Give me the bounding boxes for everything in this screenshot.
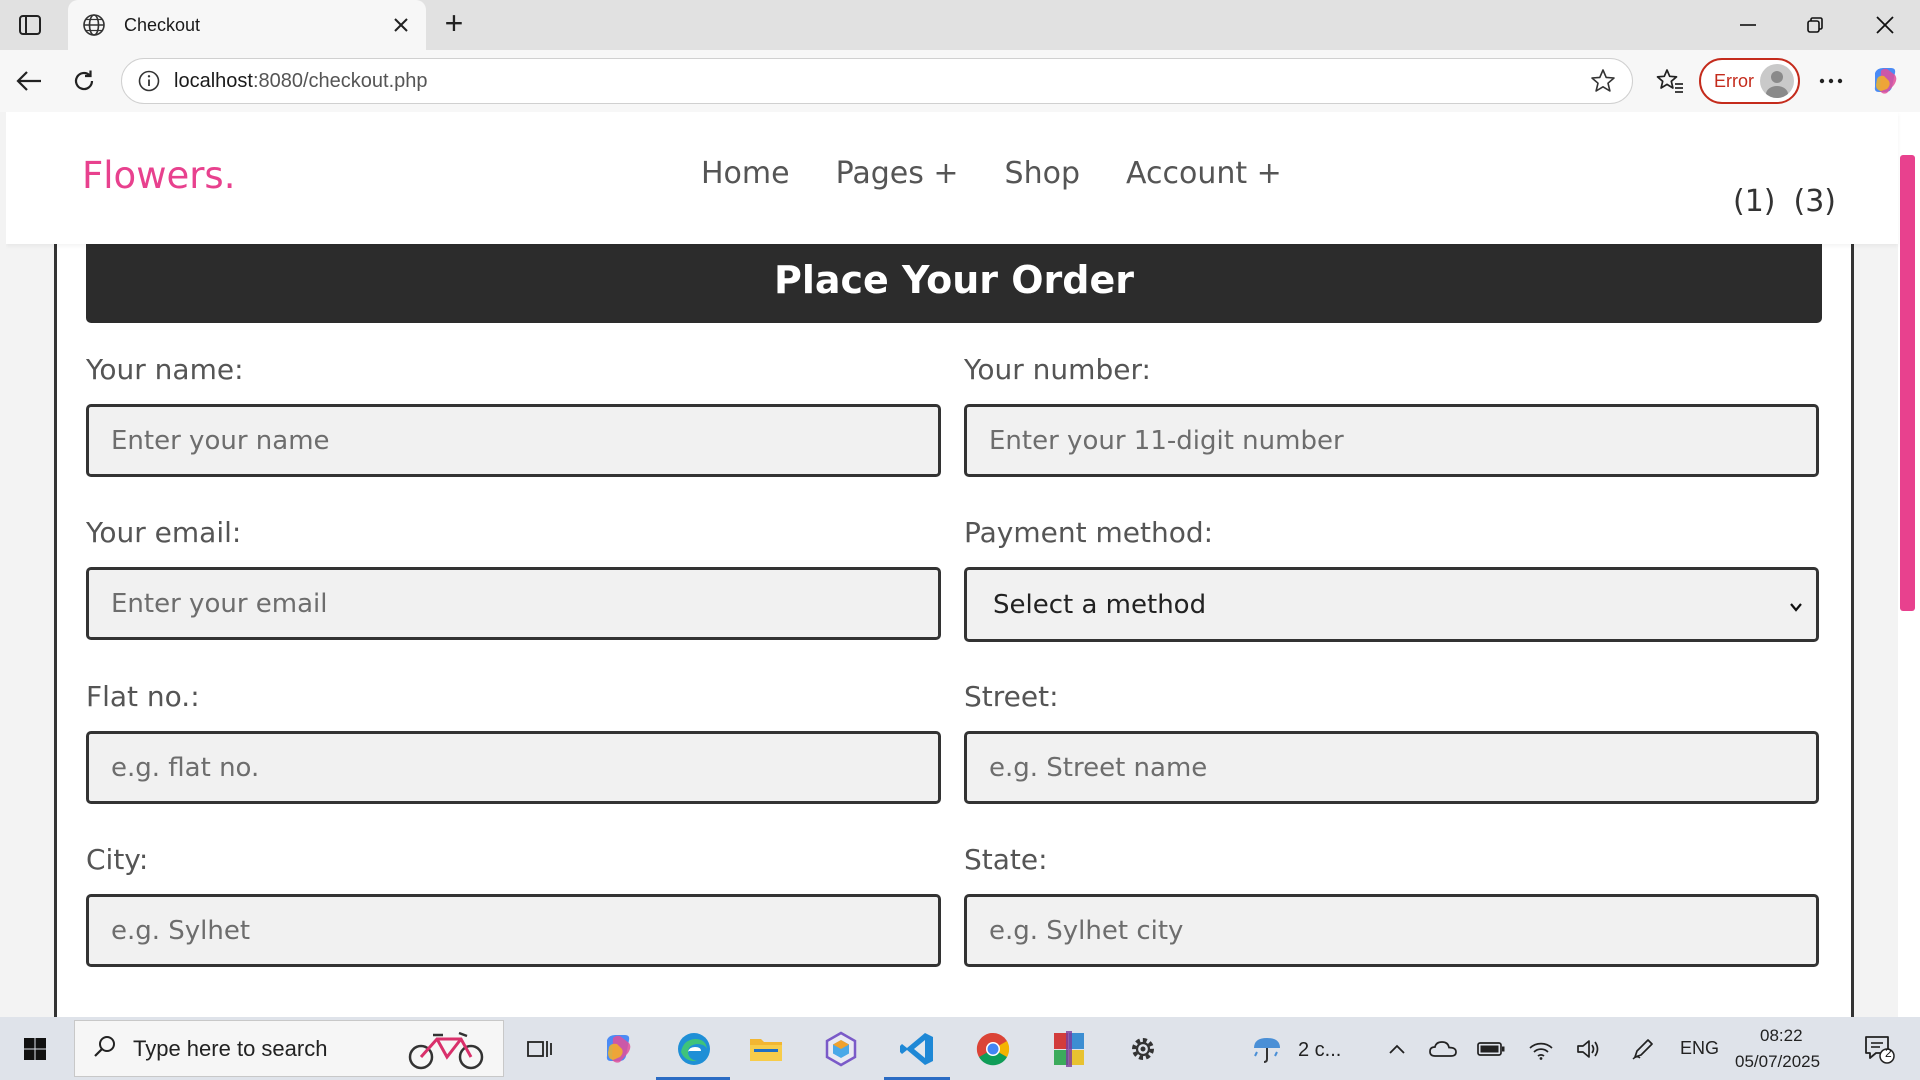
profile-error-button[interactable]: Error	[1699, 58, 1800, 104]
chrome-icon[interactable]	[962, 1017, 1024, 1080]
clock-date[interactable]: 05/07/2025	[1735, 1052, 1820, 1072]
street-input[interactable]	[964, 731, 1819, 804]
name-input[interactable]	[86, 404, 941, 477]
payment-method-select[interactable]: Select a method	[964, 567, 1819, 642]
vscode-icon[interactable]	[886, 1017, 948, 1080]
weather-rain-icon[interactable]	[1250, 1017, 1284, 1080]
notification-count: 2	[1885, 1046, 1892, 1060]
close-window-icon[interactable]	[1852, 0, 1918, 50]
tab-title: Checkout	[124, 14, 201, 35]
email-label: Your email:	[86, 516, 242, 549]
payment-method-label: Payment method:	[964, 516, 1214, 549]
taskbar-search-box[interactable]: Type here to search	[74, 1020, 504, 1077]
restore-icon[interactable]	[1782, 0, 1848, 50]
globe-icon	[82, 13, 106, 37]
nav-pages[interactable]: Pages +	[836, 156, 959, 191]
payment-method-value: Select a method	[993, 589, 1207, 620]
site-info-icon[interactable]	[138, 70, 160, 92]
clock-time[interactable]: 08:22	[1760, 1026, 1803, 1046]
search-placeholder: Type here to search	[133, 1035, 328, 1061]
more-options-icon[interactable]	[1814, 64, 1848, 98]
back-arrow-icon[interactable]	[12, 64, 46, 98]
header-counters: (1) (3)	[1733, 184, 1836, 219]
hex-app-icon[interactable]	[810, 1017, 872, 1080]
bicycle-search-highlight-icon	[405, 1029, 491, 1076]
browser-toolbar: localhost:8080/checkout.php Error	[0, 50, 1920, 112]
favorite-star-icon[interactable]	[1590, 68, 1616, 94]
place-order-heading: Place Your Order	[86, 244, 1822, 323]
search-icon	[93, 1034, 117, 1063]
profile-error-label: Error	[1714, 70, 1754, 91]
chevron-up-icon[interactable]	[1380, 1017, 1414, 1080]
url-text[interactable]: localhost:8080/checkout.php	[174, 70, 1590, 93]
wishlist-count[interactable]: (1)	[1733, 184, 1776, 219]
edge-taskbar-icon[interactable]	[660, 1017, 728, 1080]
windows-taskbar: Type here to search 2 c... ENG 08:22 05/…	[0, 1017, 1920, 1080]
nav-shop[interactable]: Shop	[1005, 156, 1080, 191]
main-nav: Home Pages + Shop Account +	[701, 156, 1282, 191]
street-label: Street:	[964, 680, 1059, 713]
flat-input[interactable]	[86, 731, 941, 804]
settings-gear-icon[interactable]	[1112, 1017, 1174, 1080]
copilot-icon[interactable]	[1868, 64, 1902, 98]
pen-icon[interactable]	[1626, 1017, 1660, 1080]
chevron-down-icon	[1786, 594, 1806, 614]
url-host: localhost	[174, 69, 253, 92]
wifi-icon[interactable]	[1524, 1017, 1558, 1080]
new-tab-icon[interactable]: +	[440, 7, 468, 39]
name-label: Your name:	[86, 353, 244, 386]
favorites-icon[interactable]	[1653, 64, 1687, 98]
minimize-icon[interactable]	[1715, 0, 1781, 50]
file-explorer-icon[interactable]	[736, 1017, 796, 1080]
nav-account[interactable]: Account +	[1126, 156, 1282, 191]
notifications-icon[interactable]: 2	[1854, 1017, 1904, 1080]
winrar-icon[interactable]	[1038, 1017, 1100, 1080]
weather-text[interactable]: 2 c...	[1298, 1039, 1341, 1062]
copilot-taskbar-icon[interactable]	[588, 1017, 648, 1080]
number-input[interactable]	[964, 404, 1819, 477]
refresh-icon[interactable]	[67, 64, 101, 98]
windows-start-icon[interactable]	[0, 1017, 70, 1080]
city-input[interactable]	[86, 894, 941, 967]
onedrive-cloud-icon[interactable]	[1426, 1017, 1460, 1080]
site-header: Flowers. Home Pages + Shop Account + (1)…	[6, 112, 1898, 244]
battery-icon[interactable]	[1474, 1017, 1508, 1080]
task-view-icon[interactable]	[512, 1017, 568, 1080]
address-bar[interactable]: localhost:8080/checkout.php	[121, 58, 1633, 104]
tab-actions-icon[interactable]	[14, 12, 46, 38]
site-logo[interactable]: Flowers.	[82, 154, 235, 197]
state-input[interactable]	[964, 894, 1819, 967]
number-label: Your number:	[964, 353, 1151, 386]
url-path: :8080/checkout.php	[252, 69, 428, 92]
cart-count[interactable]: (3)	[1794, 184, 1837, 219]
language-indicator[interactable]: ENG	[1680, 1038, 1719, 1059]
flat-label: Flat no.:	[86, 680, 200, 713]
city-label: City:	[86, 843, 149, 876]
state-label: State:	[964, 843, 1048, 876]
nav-home[interactable]: Home	[701, 156, 790, 191]
volume-icon[interactable]	[1572, 1017, 1606, 1080]
page-scrollbar-thumb[interactable]	[1900, 155, 1915, 611]
browser-tab-checkout[interactable]: Checkout	[68, 0, 426, 50]
email-input[interactable]	[86, 567, 941, 640]
page-viewport: Flowers. Home Pages + Shop Account + (1)…	[6, 112, 1920, 1017]
close-tab-icon[interactable]	[390, 14, 412, 36]
browser-tabstrip: Checkout +	[0, 0, 1920, 50]
profile-avatar-icon	[1760, 64, 1794, 98]
